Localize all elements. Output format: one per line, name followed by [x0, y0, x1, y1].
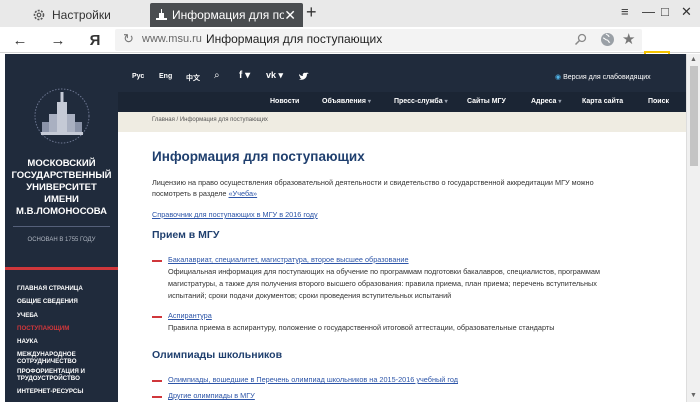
nav-news[interactable]: Новости: [270, 98, 299, 105]
list-item-desc: Правила приема в аспирантуру, положение …: [168, 323, 555, 332]
left-sidebar: МОСКОВСКИЙ ГОСУДАРСТВЕННЫЙ УНИВЕРСИТЕТ И…: [5, 54, 118, 402]
lang-zh[interactable]: 中文: [186, 73, 200, 83]
address-host: www.msu.ru: [142, 33, 202, 45]
facebook-icon[interactable]: f ▾: [239, 70, 250, 81]
menu-icon[interactable]: ≡: [621, 4, 629, 19]
browser-window: { "browser": { "tabs": [ {"label": "Наст…: [0, 0, 700, 402]
nav-sitemap[interactable]: Карта сайта: [582, 98, 623, 105]
globe-icon[interactable]: [600, 32, 615, 47]
menu-item-international[interactable]: МЕЖДУНАРОДНОЕ СОТРУДНИЧЕСТВО: [17, 351, 117, 365]
tab-label: Информация для поступающих: [172, 8, 284, 22]
search-key-icon[interactable]: [574, 33, 587, 46]
vertical-scrollbar[interactable]: ▲ ▼: [686, 54, 700, 402]
yandex-logo-icon[interactable]: Я: [86, 27, 104, 53]
section-olympiads-title: Олимпиады школьников: [152, 349, 283, 361]
menu-item-general-info[interactable]: ОБЩИЕ СВЕДЕНИЯ: [17, 295, 117, 308]
study-link[interactable]: «Учеба»: [229, 189, 258, 198]
tab-label: Настройки: [52, 8, 111, 22]
minimize-icon[interactable]: —: [642, 4, 655, 19]
address-page-title: Информация для поступающих: [206, 32, 383, 46]
back-arrow-icon[interactable]: ←: [10, 27, 30, 53]
scrollbar-thumb[interactable]: [690, 66, 698, 166]
msu-building-logo-icon[interactable]: [33, 86, 91, 146]
address-bar[interactable]: ↻ www.msu.ru Информация для поступающих …: [115, 29, 642, 51]
tab-active-msu[interactable]: Информация для поступающих ✕: [150, 3, 303, 27]
divider: [13, 226, 110, 227]
list-item-desc: магистратуры, а также для получения втор…: [168, 279, 597, 288]
list-item-desc: Официальная информация для поступающих н…: [168, 267, 600, 276]
page-title: Информация для поступающих: [152, 149, 365, 164]
nav-msu-sites[interactable]: Сайты МГУ: [467, 98, 506, 105]
intro-text: Лицензию на право осуществления образова…: [152, 178, 594, 187]
bullet-marker: [152, 260, 162, 262]
intro-text-2: посмотреть в разделе «Учеба»: [152, 189, 258, 198]
list-item-link[interactable]: Олимпиады, вошедшие в Перечень олимпиад …: [168, 374, 458, 385]
vk-icon[interactable]: vk ▾: [266, 70, 283, 81]
founded-year: ОСНОВАН В 1755 ГОДУ: [27, 237, 96, 243]
menu-item-applicants[interactable]: ПОСТУПАЮЩИМ: [17, 322, 117, 335]
nav-press[interactable]: Пресс-служба ▾: [394, 98, 448, 105]
menu-item-career[interactable]: ПРОФОРИЕНТАЦИЯ И ТРУДОУСТРОЙСТВО: [17, 368, 117, 382]
menu-item-internet-resources[interactable]: ИНТЕРНЕТ-РЕСУРСЫ: [17, 385, 117, 398]
maximize-icon[interactable]: □: [661, 4, 669, 19]
gear-icon: [33, 9, 45, 21]
tab-settings[interactable]: Настройки: [28, 3, 148, 27]
close-window-icon[interactable]: ✕: [681, 4, 692, 20]
star-icon[interactable]: ★: [622, 30, 635, 48]
nav-search[interactable]: Поиск: [648, 98, 669, 105]
bullet-marker: [152, 316, 162, 318]
section-admission-title: Прием в МГУ: [152, 229, 220, 241]
lang-en[interactable]: Eng: [159, 73, 172, 80]
tab-strip: Настройки Информация для поступающих ✕ +…: [0, 0, 700, 27]
browser-toolbar: ← → Я ↻ www.msu.ru Информация для поступ…: [0, 27, 700, 85]
scroll-down-icon[interactable]: ▼: [690, 392, 697, 399]
twitter-icon[interactable]: [299, 72, 309, 81]
new-tab-button[interactable]: +: [306, 2, 317, 23]
nav-announcements[interactable]: Объявления ▾: [322, 98, 371, 105]
bullet-marker: [152, 396, 162, 398]
msu-favicon-icon: [156, 9, 167, 20]
eye-icon: ◉: [555, 74, 562, 81]
close-tab-icon[interactable]: ✕: [284, 7, 296, 24]
bullet-marker: [152, 380, 162, 382]
menu-item-study[interactable]: УЧЕБА: [17, 309, 117, 322]
list-item-desc: испытаний; сроки подачи документов; срок…: [168, 291, 452, 300]
site-top-bar: Рус Eng 中文 ⌕ f ▾ vk ▾ ◉ Версия для слабо…: [118, 54, 686, 92]
breadcrumb[interactable]: Главная / Информация для поступающих: [118, 112, 686, 132]
list-item-link[interactable]: Другие олимпиады в МГУ: [168, 390, 255, 401]
nav-addresses[interactable]: Адреса ▾: [531, 98, 561, 105]
web-page: МОСКОВСКИЙ ГОСУДАРСТВЕННЫЙ УНИВЕРСИТЕТ И…: [0, 54, 686, 402]
list-item-link[interactable]: Аспирантура: [168, 310, 212, 321]
handbook-link[interactable]: Справочник для поступающих в МГУ в 2016 …: [152, 209, 318, 220]
forward-arrow-icon[interactable]: →: [48, 27, 68, 53]
university-name[interactable]: МОСКОВСКИЙ ГОСУДАРСТВЕННЫЙ УНИВЕРСИТЕТ И…: [5, 158, 118, 218]
search-icon[interactable]: ⌕: [214, 70, 220, 81]
red-divider: [5, 267, 118, 270]
low-vision-link[interactable]: ◉ Версия для слабовидящих: [555, 73, 651, 81]
lang-ru[interactable]: Рус: [132, 73, 144, 80]
list-item-link[interactable]: Бакалавриат, специалитет, магистратура, …: [168, 254, 409, 265]
scroll-up-icon[interactable]: ▲: [690, 56, 697, 63]
reload-icon[interactable]: ↻: [123, 31, 134, 47]
menu-item-home[interactable]: ГЛАВНАЯ СТРАНИЦА: [17, 282, 117, 295]
main-menu: ГЛАВНАЯ СТРАНИЦА ОБЩИЕ СВЕДЕНИЯ УЧЕБА ПО…: [17, 282, 117, 399]
site-nav-bar: Новости Объявления ▾ Пресс-служба ▾ Сайт…: [118, 92, 686, 112]
menu-item-science[interactable]: НАУКА: [17, 335, 117, 348]
